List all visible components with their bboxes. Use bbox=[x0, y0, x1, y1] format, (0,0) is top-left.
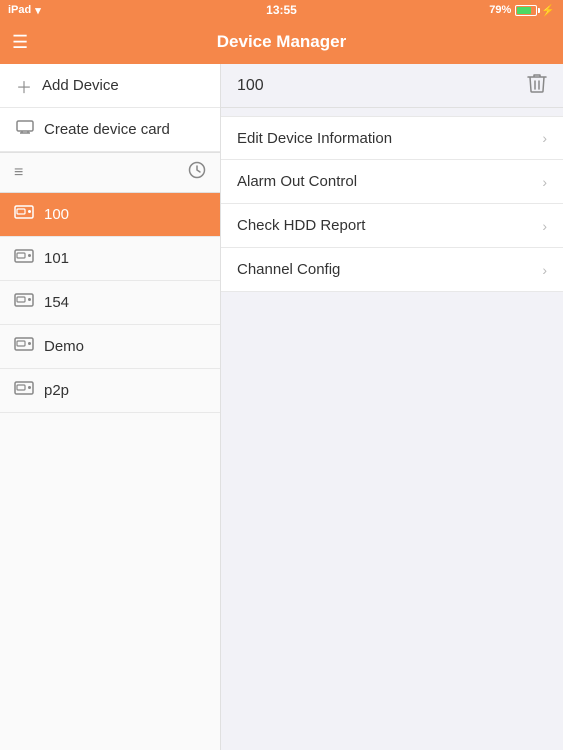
sidebar-toolbar: ≡ bbox=[0, 153, 220, 193]
menu-item-hdd-report[interactable]: Check HDD Report › bbox=[221, 204, 563, 248]
menu-list: Edit Device Information › Alarm Out Cont… bbox=[221, 108, 563, 292]
main-layout: ＋ Add Device Create device card ≡ bbox=[0, 64, 563, 750]
device-dvr-icon-demo bbox=[14, 337, 34, 356]
detail-header: 100 bbox=[221, 64, 563, 108]
menu-item-alarm-out[interactable]: Alarm Out Control › bbox=[221, 160, 563, 204]
history-icon[interactable] bbox=[188, 161, 206, 184]
sidebar-actions: ＋ Add Device Create device card bbox=[0, 64, 220, 153]
create-card-button[interactable]: Create device card bbox=[0, 108, 220, 152]
device-label-100: 100 bbox=[44, 206, 69, 223]
device-label-demo: Demo bbox=[44, 338, 84, 355]
menu-item-edit-device[interactable]: Edit Device Information › bbox=[221, 116, 563, 160]
battery-icon bbox=[515, 5, 537, 16]
monitor-icon bbox=[16, 120, 34, 139]
add-device-button[interactable]: ＋ Add Device bbox=[0, 64, 220, 108]
device-item-demo[interactable]: Demo bbox=[0, 325, 220, 369]
device-list: 100 101 bbox=[0, 193, 220, 750]
status-right: 79% ⚡ bbox=[489, 4, 555, 17]
status-time: 13:55 bbox=[266, 3, 297, 17]
wifi-icon: ▾ bbox=[35, 4, 41, 17]
menu-item-hdd-label: Check HDD Report bbox=[237, 217, 365, 234]
detail-panel: 100 Edit Device Information › Alarm Out … bbox=[221, 64, 563, 750]
device-label-p2p: p2p bbox=[44, 382, 69, 399]
menu-item-edit-device-label: Edit Device Information bbox=[237, 130, 392, 147]
menu-item-alarm-out-label: Alarm Out Control bbox=[237, 173, 357, 190]
chevron-icon-hdd: › bbox=[542, 218, 547, 234]
device-dvr-icon-100 bbox=[14, 205, 34, 224]
status-left: iPad ▾ bbox=[8, 4, 41, 17]
device-dvr-icon-154 bbox=[14, 293, 34, 312]
list-icon[interactable]: ≡ bbox=[14, 164, 23, 182]
status-bar: iPad ▾ 13:55 79% ⚡ bbox=[0, 0, 563, 20]
device-item-154[interactable]: 154 bbox=[0, 281, 220, 325]
device-item-100[interactable]: 100 bbox=[0, 193, 220, 237]
menu-item-channel-config[interactable]: Channel Config › bbox=[221, 248, 563, 292]
chevron-icon-channel: › bbox=[542, 262, 547, 278]
battery-percent-label: 79% bbox=[489, 4, 511, 16]
device-label-101: 101 bbox=[44, 250, 69, 267]
carrier-label: iPad bbox=[8, 4, 31, 16]
charging-icon: ⚡ bbox=[541, 4, 555, 17]
menu-icon[interactable]: ☰ bbox=[12, 32, 28, 53]
menu-item-channel-label: Channel Config bbox=[237, 261, 340, 278]
app-header: ☰ Device Manager bbox=[0, 20, 563, 64]
delete-icon[interactable] bbox=[527, 72, 547, 99]
chevron-icon-alarm: › bbox=[542, 174, 547, 190]
device-dvr-icon-101 bbox=[14, 249, 34, 268]
add-device-label: Add Device bbox=[42, 77, 119, 94]
device-dvr-icon-p2p bbox=[14, 381, 34, 400]
device-item-101[interactable]: 101 bbox=[0, 237, 220, 281]
add-icon: ＋ bbox=[16, 74, 32, 98]
create-card-label: Create device card bbox=[44, 121, 170, 138]
device-label-154: 154 bbox=[44, 294, 69, 311]
detail-title: 100 bbox=[237, 77, 264, 95]
app-title: Device Manager bbox=[217, 32, 346, 52]
device-item-p2p[interactable]: p2p bbox=[0, 369, 220, 413]
chevron-icon-edit: › bbox=[542, 130, 547, 146]
sidebar: ＋ Add Device Create device card ≡ bbox=[0, 64, 221, 750]
